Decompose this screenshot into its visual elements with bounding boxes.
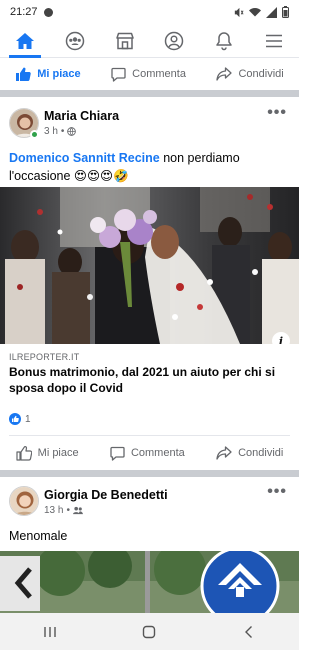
recent-apps-icon[interactable]	[43, 625, 57, 639]
reaction-divider	[9, 435, 290, 436]
android-navigation-bar	[0, 613, 299, 650]
share-icon	[216, 67, 233, 81]
share-button[interactable]: Condividi	[216, 446, 283, 460]
feed-divider	[0, 90, 299, 97]
home-icon	[15, 32, 34, 49]
tab-profile[interactable]	[154, 24, 194, 58]
like-button[interactable]: Mi piace	[16, 445, 79, 461]
status-icons	[233, 6, 289, 18]
more-options-icon[interactable]: •••	[267, 483, 287, 501]
info-icon[interactable]: i	[272, 332, 290, 344]
post-meta: 13 h •	[44, 505, 83, 516]
link-title: Bonus matrimonio, dal 2021 un aiuto per …	[9, 365, 276, 395]
like-label: Mi piace	[37, 68, 81, 80]
thumbs-up-icon	[16, 445, 32, 461]
comment-button[interactable]: Commenta	[110, 446, 185, 461]
tab-menu[interactable]	[254, 24, 294, 58]
like-reaction-icon	[9, 413, 21, 425]
previous-post-actions: Mi piace Commenta Condividi	[0, 59, 299, 89]
comment-icon	[110, 446, 125, 461]
globe-icon	[67, 127, 77, 136]
tab-marketplace[interactable]	[105, 24, 145, 58]
wifi-icon	[249, 7, 261, 16]
post-author[interactable]: Maria Chiara	[44, 109, 119, 123]
post-text: Domenico Sannitt Recine non perdiamo l'o…	[9, 149, 293, 185]
avatar-photo	[10, 487, 38, 515]
wedding-photo	[0, 187, 299, 344]
share-label: Condividi	[238, 447, 284, 459]
comment-icon	[111, 67, 126, 82]
status-bar: 21:27	[0, 0, 299, 24]
link-source: ILREPORTER.IT	[9, 352, 80, 362]
marketplace-icon	[115, 32, 134, 49]
friends-icon	[72, 506, 83, 515]
reaction-summary[interactable]: 1	[9, 413, 31, 425]
feed-divider	[0, 470, 299, 477]
menu-icon	[266, 34, 283, 47]
post-meta: 3 h •	[44, 126, 77, 137]
home-button-icon[interactable]	[142, 625, 156, 639]
bell-icon	[216, 31, 232, 50]
like-count: 1	[25, 413, 31, 425]
tab-notifications[interactable]	[204, 24, 244, 58]
post-photo[interactable]	[0, 551, 299, 613]
post-header: Maria Chiara 3 h • •••	[0, 101, 299, 145]
top-navigation	[0, 24, 299, 58]
share-label: Condividi	[238, 68, 284, 80]
post-author[interactable]: Giorgia De Benedetti	[44, 488, 168, 502]
mute-icon	[234, 7, 244, 17]
road-sign-photo	[0, 551, 299, 613]
signal-icon	[266, 6, 277, 18]
share-button[interactable]: Condividi	[216, 67, 284, 81]
groups-icon	[65, 31, 84, 50]
like-label: Mi piace	[37, 447, 79, 459]
comment-button[interactable]: Commenta	[111, 67, 186, 82]
tab-home[interactable]	[5, 24, 45, 58]
mention-link[interactable]: Domenico Sannitt Recine	[9, 151, 160, 165]
online-status-dot	[30, 130, 39, 139]
post-time[interactable]: 3 h	[44, 126, 58, 137]
post-text: Menomale	[9, 529, 68, 543]
post-time[interactable]: 13 h	[44, 505, 63, 516]
post-actions: Mi piace Commenta Condividi	[0, 438, 299, 468]
like-button[interactable]: Mi piace	[15, 67, 81, 82]
post-photo[interactable]: i	[0, 187, 299, 344]
notification-icon	[43, 7, 53, 17]
avatar[interactable]	[9, 486, 39, 516]
post-header: Giorgia De Benedetti 13 h • •••	[0, 480, 299, 524]
share-icon	[216, 446, 232, 460]
battery-icon	[282, 6, 289, 18]
tab-groups[interactable]	[55, 24, 95, 58]
link-preview[interactable]: ILREPORTER.IT Bonus matrimonio, dal 2021…	[0, 344, 299, 400]
profile-icon	[165, 31, 184, 50]
comment-label: Commenta	[130, 447, 185, 459]
status-time: 21:27	[10, 6, 38, 18]
thumbs-up-icon	[16, 67, 31, 81]
comment-label: Commenta	[132, 68, 186, 80]
more-options-icon[interactable]: •••	[267, 104, 287, 122]
back-icon[interactable]	[242, 625, 256, 639]
